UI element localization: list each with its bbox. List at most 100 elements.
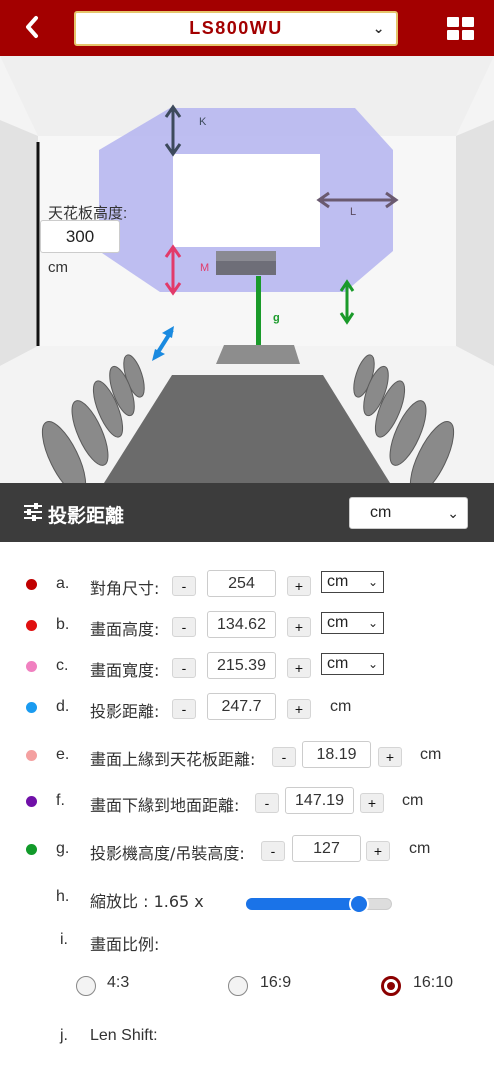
unit-value: cm (327, 614, 349, 631)
chevron-left-icon (26, 16, 38, 38)
row-letter: j. (60, 1027, 68, 1044)
decrement-button[interactable]: - (172, 658, 196, 678)
sliders-icon (24, 503, 42, 521)
increment-button[interactable]: + (287, 576, 311, 596)
decrement-button[interactable]: - (261, 841, 285, 861)
row-lens-shift: j. Len Shift: (0, 1020, 494, 1052)
top-to-ceiling-input[interactable]: 18.19 (302, 741, 371, 768)
increment-button[interactable]: + (287, 699, 311, 719)
radio-16-10[interactable] (381, 976, 401, 996)
unit-select-value: cm (370, 504, 392, 521)
zoom-label: 縮放比 : 1.65 x (90, 892, 204, 911)
room-diagram: K L M g 天花板高度: 300 cm (0, 56, 494, 483)
unit-select[interactable]: cm ⌄ (349, 497, 468, 529)
row-color-dot (26, 702, 37, 713)
row-height: b. 畫面高度: - 134.62 + cm ⌄ (0, 609, 494, 641)
back-button[interactable] (16, 10, 48, 44)
zoom-slider[interactable] (246, 894, 392, 914)
row-label: 投影距離: (90, 702, 160, 721)
unit-value: cm (327, 573, 349, 590)
row-color-dot (26, 844, 37, 855)
row-color-dot (26, 750, 37, 761)
row-label: 投影機高度/吊裝高度: (90, 844, 245, 863)
increment-button[interactable]: + (378, 747, 402, 767)
row-color-dot (26, 796, 37, 807)
row-letter: e. (56, 746, 70, 763)
model-name: LS800WU (189, 18, 283, 38)
row-letter: i. (60, 931, 68, 948)
row-letter: c. (56, 657, 69, 674)
bottom-to-floor-input[interactable]: 147.19 (285, 787, 354, 814)
grid-menu-button[interactable] (447, 17, 475, 41)
top-bar: LS800WU ⌄ (0, 0, 494, 56)
increment-button[interactable]: + (360, 793, 384, 813)
projector (216, 251, 276, 262)
radio-label-16-10: 16:10 (413, 974, 454, 991)
width-unit-select[interactable]: cm ⌄ (321, 653, 384, 675)
width-input[interactable]: 215.39 (207, 652, 276, 679)
height-unit-select[interactable]: cm ⌄ (321, 612, 384, 634)
row-letter: b. (56, 616, 70, 633)
diagonal-unit-select[interactable]: cm ⌄ (321, 571, 384, 593)
increment-button[interactable]: + (287, 658, 311, 678)
row-label: 對角尺寸: (90, 579, 160, 598)
ceiling-height-input[interactable]: 300 (40, 220, 120, 253)
slider-fill (246, 898, 360, 910)
row-letter: h. (56, 888, 70, 905)
aspect-label: 畫面比例: (90, 935, 160, 954)
row-letter: a. (56, 575, 70, 592)
unit-label: cm (330, 698, 352, 715)
height-input[interactable]: 134.62 (207, 611, 276, 638)
row-color-dot (26, 620, 37, 631)
row-label: 畫面高度: (90, 620, 160, 639)
row-aspect: i. 畫面比例: (0, 924, 494, 956)
grid-icon (447, 17, 459, 27)
unit-value: cm (327, 655, 349, 672)
radio-16-9[interactable] (228, 976, 248, 996)
row-projector-height: g. 投影機高度/吊裝高度: - 127 + cm (0, 833, 494, 865)
row-color-dot (26, 579, 37, 590)
chevron-down-icon: ⌄ (367, 616, 378, 630)
chevron-down-icon: ⌄ (367, 657, 378, 671)
increment-button[interactable]: + (287, 617, 311, 637)
unit-label: cm (409, 840, 431, 857)
row-label: 畫面下緣到地面距離: (90, 796, 240, 815)
row-label: 畫面上緣到天花板距離: (90, 750, 256, 769)
row-letter: f. (56, 792, 65, 809)
radio-label-4-3: 4:3 (107, 974, 130, 991)
row-label: 畫面寬度: (90, 661, 160, 680)
decrement-button[interactable]: - (172, 699, 196, 719)
room-illustration (0, 56, 494, 483)
projector-height-input[interactable]: 127 (292, 835, 361, 862)
throw-distance-input[interactable]: 247.7 (207, 693, 276, 720)
tag-l: L (350, 206, 357, 218)
row-color-dot (26, 661, 37, 672)
row-bottom-to-floor: f. 畫面下緣到地面距離: - 147.19 + cm (0, 785, 494, 817)
increment-button[interactable]: + (366, 841, 390, 861)
row-letter: g. (56, 840, 70, 857)
radio-4-3[interactable] (76, 976, 96, 996)
row-top-to-ceiling: e. 畫面上緣到天花板距離: - 18.19 + cm (0, 739, 494, 771)
decrement-button[interactable]: - (272, 747, 296, 767)
row-diagonal: a. 對角尺寸: - 254 + cm ⌄ (0, 568, 494, 600)
radio-label-16-9: 16:9 (260, 974, 292, 991)
tag-g: g (273, 312, 280, 324)
chevron-down-icon: ⌄ (447, 505, 459, 521)
ceiling-height-unit: cm (48, 259, 68, 276)
tag-m: M (200, 262, 210, 274)
decrement-button[interactable]: - (172, 617, 196, 637)
section-title: 投影距離 (48, 505, 125, 527)
chevron-down-icon: ⌄ (372, 20, 386, 36)
model-select[interactable]: LS800WU ⌄ (74, 11, 398, 46)
unit-label: cm (420, 746, 442, 763)
decrement-button[interactable]: - (255, 793, 279, 813)
unit-label: cm (402, 792, 424, 809)
row-throw-distance: d. 投影距離: - 247.7 + cm (0, 691, 494, 723)
lens-shift-label: Len Shift: (90, 1027, 158, 1044)
row-letter: d. (56, 698, 70, 715)
tag-k: K (199, 116, 207, 128)
diagonal-input[interactable]: 254 (207, 570, 276, 597)
screen (173, 154, 320, 247)
decrement-button[interactable]: - (172, 576, 196, 596)
chevron-down-icon: ⌄ (367, 575, 378, 589)
